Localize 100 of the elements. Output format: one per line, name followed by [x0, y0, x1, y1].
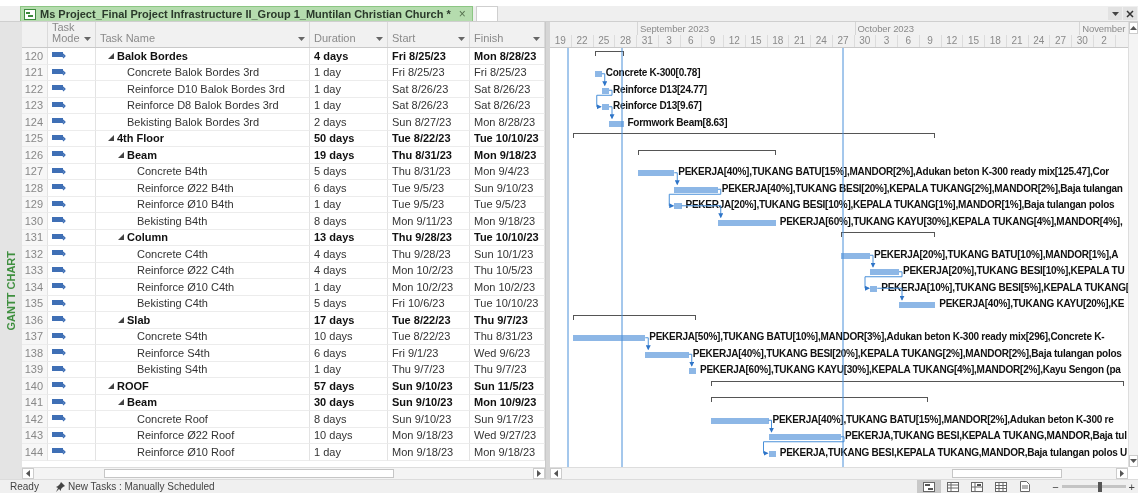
bar-label: Reinforce D13[24.77] [613, 83, 707, 95]
report-icon [1020, 481, 1031, 492]
bar-label: PEKERJA[60%],TUKANG KAYU[30%],KEPALA TUKANG[4%],MANDOR[4%], [779, 215, 1123, 227]
dropdown-arrow-icon [1111, 11, 1119, 16]
duration: 4 days [314, 49, 349, 62]
day-label: 24 [815, 35, 827, 46]
task-bar[interactable] [572, 335, 646, 342]
duration: 1 day [314, 66, 341, 79]
scroll-up-button[interactable] [1129, 22, 1138, 34]
row-number: 128 [22, 180, 48, 197]
task-name: Bekisting C4th [137, 297, 208, 310]
status-text: Ready [10, 481, 40, 492]
task-name: Reinforce Ø10 Roof [137, 445, 235, 458]
column-header[interactable]: Task Mode [48, 22, 96, 47]
column-header[interactable]: Duration [310, 22, 388, 47]
scroll-left-button[interactable] [22, 468, 34, 479]
task-name: Reinforce Ø22 B4th [137, 181, 234, 194]
task-bar[interactable] [841, 252, 870, 259]
scroll-right-button[interactable] [533, 468, 545, 479]
summary-bracket[interactable] [594, 50, 624, 56]
close-tab-button[interactable]: × [458, 7, 466, 21]
task-name: Reinforce D10 Balok Bordes 3rd [127, 82, 285, 95]
column-header[interactable]: Start [388, 22, 470, 47]
finish-date: Sun 10/1/23 [474, 247, 534, 260]
expand-arrow-icon[interactable] [108, 382, 114, 389]
start-date: Mon 9/18/23 [392, 429, 454, 442]
task-mode-icon [52, 232, 66, 242]
document-tab[interactable]: Ms Project_Final Project Infrastructure II_Group 1_Muntilan Christian Church * × [20, 6, 473, 21]
close-button[interactable] [1123, 7, 1137, 20]
duration: 1 day [314, 99, 341, 112]
right-arrow-icon [1120, 470, 1124, 477]
start-date: Fri 10/6/23 [392, 297, 445, 310]
zoom-out-button[interactable]: − [1049, 480, 1062, 493]
task-name: Slab [127, 313, 151, 326]
expand-arrow-icon[interactable] [118, 316, 124, 323]
column-header[interactable]: Task Name [96, 22, 310, 47]
duration: 17 days [314, 313, 355, 326]
month-label: September 2023 [640, 23, 709, 34]
expand-arrow-icon[interactable] [108, 52, 114, 59]
task-mode-icon [52, 315, 66, 325]
start-date: Mon 10/2/23 [392, 280, 454, 293]
day-label: 6 [688, 35, 694, 46]
summary-bracket[interactable] [572, 133, 936, 139]
dropdown-button[interactable] [1108, 7, 1122, 20]
scrollbar-thumb[interactable] [952, 469, 1062, 478]
tab-title[interactable]: Ms Project_Final Project Infrastructure II_Group 1_Muntilan Christian Church * [40, 8, 451, 20]
vertical-scrollbar[interactable] [1128, 22, 1138, 467]
day-label: 15 [968, 35, 980, 46]
scroll-left-button[interactable] [550, 468, 562, 479]
summary-bracket[interactable] [841, 232, 936, 238]
task-mode-status[interactable]: New Tasks : Manually Scheduled [68, 481, 215, 492]
team-planner-icon [971, 481, 984, 492]
finish-date: Mon 9/18/23 [474, 148, 537, 161]
expand-arrow-icon[interactable] [118, 399, 124, 406]
scroll-down-button[interactable] [1129, 455, 1138, 467]
grid-icon [995, 481, 1008, 492]
row-number: 124 [22, 114, 48, 131]
finish-date: Mon 10/2/23 [474, 280, 536, 293]
row-number: 138 [22, 345, 48, 362]
start-date: Fri 8/25/23 [392, 66, 445, 79]
task-name: Reinforce S4th [137, 346, 210, 359]
scroll-right-button[interactable] [1116, 468, 1128, 479]
day-label: 28 [620, 35, 632, 46]
finish-date: Mon 8/28/23 [474, 49, 537, 62]
start-date: Sat 8/26/23 [392, 99, 449, 112]
summary-bracket[interactable] [572, 314, 696, 320]
pin-icon [56, 481, 65, 492]
day-label: 27 [837, 35, 849, 46]
finish-date: Sat 8/26/23 [474, 82, 531, 95]
zoom-in-button[interactable]: + [1125, 480, 1138, 493]
finish-date: Tue 10/10/23 [474, 132, 539, 145]
view-button[interactable] [917, 480, 942, 493]
task-bar[interactable] [609, 120, 624, 127]
start-date: Mon 9/11/23 [392, 214, 453, 227]
summary-bracket[interactable] [638, 149, 776, 155]
task-mode-icon [52, 216, 66, 226]
task-mode-icon [52, 430, 66, 440]
summary-bracket[interactable] [710, 380, 1124, 386]
dependency-arrow [768, 419, 774, 433]
horizontal-scrollbar[interactable] [22, 467, 545, 479]
task-name: Beam [127, 148, 157, 161]
scrollbar-thumb[interactable] [104, 469, 394, 478]
task-mode-icon [52, 381, 66, 391]
slider-thumb[interactable] [1097, 481, 1102, 492]
task-name: Bekisting S4th [137, 363, 208, 376]
task-mode-icon [52, 67, 66, 77]
start-date: Sun 9/10/23 [392, 379, 453, 392]
expand-arrow-icon[interactable] [108, 135, 114, 142]
duration: 13 days [314, 231, 355, 244]
summary-bracket[interactable] [710, 397, 928, 403]
expand-arrow-icon[interactable] [118, 151, 124, 158]
start-date: Tue 8/22/23 [392, 313, 451, 326]
task-mode-icon [52, 51, 66, 61]
expand-arrow-icon[interactable] [118, 234, 124, 241]
bar-label: Concrete K-300[0.78] [605, 67, 701, 79]
finish-date: Mon 9/4/23 [474, 165, 530, 178]
duration: 1 day [314, 445, 341, 458]
task-name: Bekisting B4th [137, 214, 208, 227]
task-name: Bekisting Balok Bordes 3rd [127, 115, 260, 128]
horizontal-scrollbar[interactable] [550, 467, 1128, 479]
